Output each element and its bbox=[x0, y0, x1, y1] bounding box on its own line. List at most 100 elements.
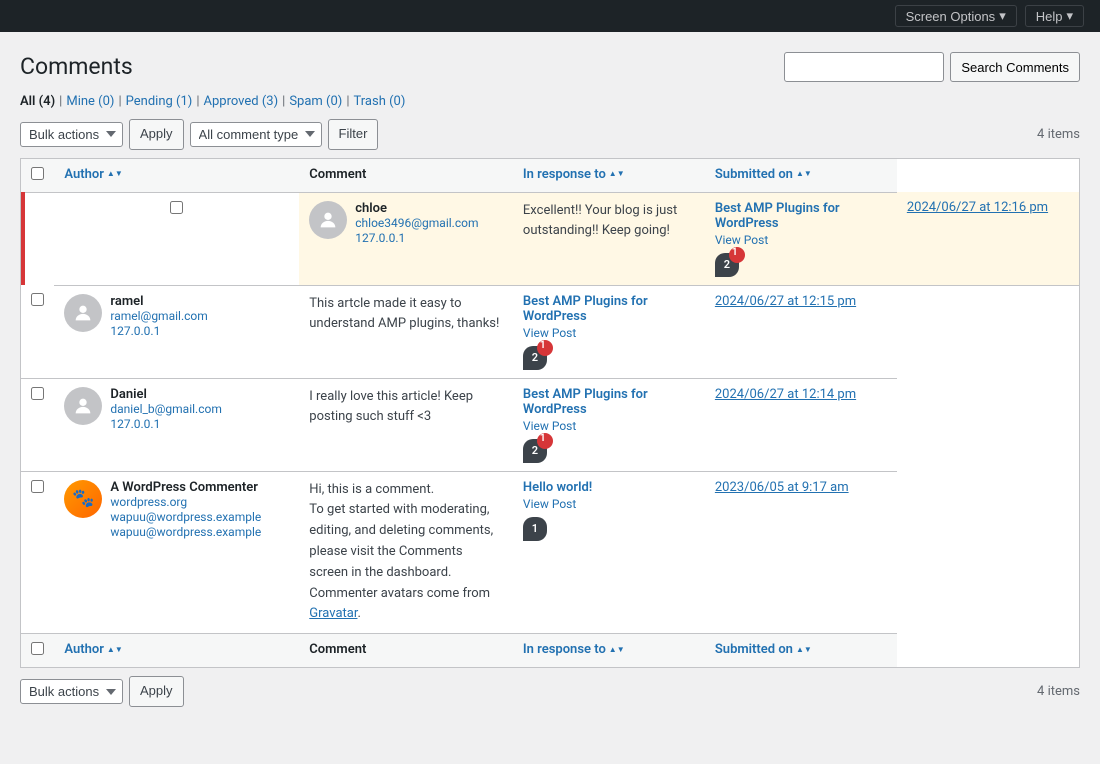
col-submitted-label: Submitted on bbox=[715, 167, 793, 182]
sort-response-link[interactable]: In response to ▲▼ bbox=[523, 167, 695, 182]
comment-cell: This artcle made it easy to understand A… bbox=[299, 285, 513, 378]
bubble-container[interactable]: 21 bbox=[523, 439, 547, 463]
comment-bubble: 21 bbox=[715, 253, 739, 277]
filter-spam[interactable]: Spam (0) bbox=[289, 94, 342, 109]
author-email[interactable]: chloe3496@gmail.com bbox=[355, 216, 478, 230]
response-cell: Hello world! View Post 1 bbox=[513, 471, 705, 634]
row-checkbox[interactable] bbox=[31, 293, 44, 306]
pending-bubble: 1 bbox=[537, 340, 553, 356]
view-post-link[interactable]: View Post bbox=[523, 497, 695, 511]
table-row: chloechloe3496@gmail.com127.0.0.1 Excelle… bbox=[21, 192, 1080, 285]
author-details: chloechloe3496@gmail.com127.0.0.1 bbox=[355, 201, 478, 246]
filter-button[interactable]: Filter bbox=[328, 119, 379, 150]
author-info-wrap: 🐾A WordPress Commenterwordpress.orgwapuu… bbox=[64, 480, 289, 540]
col-response-label-bottom: In response to bbox=[523, 642, 606, 657]
bubble-container[interactable]: 21 bbox=[523, 346, 547, 370]
search-input[interactable] bbox=[784, 52, 944, 82]
response-title-link[interactable]: Best AMP Plugins for WordPress bbox=[523, 294, 648, 324]
sort-author-link-bottom[interactable]: Author ▲▼ bbox=[64, 642, 289, 657]
col-submitted-label-bottom: Submitted on bbox=[715, 642, 793, 657]
view-post-link[interactable]: View Post bbox=[715, 233, 887, 247]
filter-all[interactable]: All (4) bbox=[20, 94, 55, 109]
submitted-date-link[interactable]: 2023/06/05 at 9:17 am bbox=[715, 480, 849, 495]
response-title-link[interactable]: Hello world! bbox=[523, 480, 592, 495]
author-email[interactable]: wordpress.org bbox=[110, 495, 187, 509]
bulk-actions-select-top[interactable]: Bulk actions bbox=[20, 122, 123, 147]
title-area: Comments bbox=[20, 52, 133, 90]
avatar bbox=[64, 294, 102, 332]
author-email[interactable]: ramel@gmail.com bbox=[110, 309, 207, 323]
bubble-wrap: 21 bbox=[715, 253, 887, 277]
comment-cell: Excellent!! Your blog is just outstandin… bbox=[513, 192, 705, 285]
filter-pending[interactable]: Pending (1) bbox=[126, 94, 193, 109]
author-email[interactable]: daniel_b@gmail.com bbox=[110, 402, 222, 416]
author-cell: Danieldaniel_b@gmail.com127.0.0.1 bbox=[54, 378, 299, 471]
submitted-date-link[interactable]: 2024/06/27 at 12:16 pm bbox=[907, 200, 1048, 215]
col-response-label: In response to bbox=[523, 167, 606, 182]
search-comments-button[interactable]: Search Comments bbox=[950, 52, 1080, 82]
comment-bubble: 1 bbox=[523, 517, 547, 541]
bulk-apply-button-bottom[interactable]: Apply bbox=[129, 676, 184, 707]
comment-cell: I really love this article! Keep posting… bbox=[299, 378, 513, 471]
bulk-apply-button-top[interactable]: Apply bbox=[129, 119, 184, 150]
filter-mine[interactable]: Mine (0) bbox=[66, 94, 114, 109]
help-button[interactable]: Help ▾ bbox=[1025, 5, 1084, 27]
comment-rows: chloechloe3496@gmail.com127.0.0.1 Excelle… bbox=[21, 192, 1080, 634]
submitted-cell: 2024/06/27 at 12:16 pm bbox=[897, 192, 1080, 285]
sort-submitted-link[interactable]: Submitted on ▲▼ bbox=[715, 167, 887, 182]
sort-author-link[interactable]: Author ▲▼ bbox=[64, 167, 289, 182]
sort-author-icon: ▲▼ bbox=[107, 170, 123, 178]
comment-line2: To get started with moderating, editing,… bbox=[309, 500, 503, 583]
sort-submitted-link-bottom[interactable]: Submitted on ▲▼ bbox=[715, 642, 887, 657]
screen-options-label: Screen Options bbox=[906, 9, 996, 24]
sort-submitted-icon: ▲▼ bbox=[796, 170, 812, 178]
bubble-wrap: 21 bbox=[523, 439, 695, 463]
header-submitted: Submitted on ▲▼ bbox=[705, 158, 897, 192]
author-ip[interactable]: 127.0.0.1 bbox=[110, 324, 160, 338]
author-extra[interactable]: wapuu@wordpress.example bbox=[110, 525, 261, 539]
bubble-container[interactable]: 21 bbox=[715, 253, 739, 277]
response-title-link[interactable]: Best AMP Plugins for WordPress bbox=[715, 201, 840, 231]
select-all-checkbox-bottom[interactable] bbox=[31, 642, 44, 655]
footer-response: In response to ▲▼ bbox=[513, 634, 705, 668]
submitted-date-link[interactable]: 2024/06/27 at 12:14 pm bbox=[715, 387, 856, 402]
author-cell: 🐾A WordPress Commenterwordpress.orgwapuu… bbox=[54, 471, 299, 634]
response-title-link[interactable]: Best AMP Plugins for WordPress bbox=[523, 387, 648, 417]
table-header-row: Author ▲▼ Comment In response to ▲▼ Subm… bbox=[21, 158, 1080, 192]
footer-comment: Comment bbox=[299, 634, 513, 668]
screen-options-button[interactable]: Screen Options ▾ bbox=[895, 5, 1017, 27]
row-checkbox[interactable] bbox=[31, 387, 44, 400]
row-checkbox[interactable] bbox=[31, 480, 44, 493]
tablenav-top: Bulk actions Apply All comment type Filt… bbox=[20, 119, 1080, 150]
avatar bbox=[309, 201, 347, 239]
sort-response-link-bottom[interactable]: In response to ▲▼ bbox=[523, 642, 695, 657]
comments-table: Author ▲▼ Comment In response to ▲▼ Subm… bbox=[20, 158, 1080, 669]
comment-line3: Commenter avatars come from Gravatar. bbox=[309, 584, 503, 626]
comment-bubble: 21 bbox=[523, 439, 547, 463]
author-ip[interactable]: wapuu@wordpress.example bbox=[110, 510, 261, 524]
select-all-checkbox-top[interactable] bbox=[31, 167, 44, 180]
gravatar-link[interactable]: Gravatar bbox=[309, 606, 357, 621]
header-comment: Comment bbox=[299, 158, 513, 192]
filter-trash[interactable]: Trash (0) bbox=[354, 94, 406, 109]
row-checkbox[interactable] bbox=[170, 201, 183, 214]
filter-approved[interactable]: Approved (3) bbox=[204, 94, 279, 109]
items-count-top: 4 items bbox=[1037, 127, 1080, 142]
author-info-wrap: chloechloe3496@gmail.com127.0.0.1 bbox=[309, 201, 503, 246]
bulk-actions-select-bottom[interactable]: Bulk actions bbox=[20, 679, 123, 704]
avatar: 🐾 bbox=[64, 480, 102, 518]
response-cell: Best AMP Plugins for WordPress View Post 2… bbox=[705, 192, 897, 285]
author-ip[interactable]: 127.0.0.1 bbox=[355, 231, 405, 245]
row-checkbox-cell bbox=[21, 378, 55, 471]
author-info-wrap: Danieldaniel_b@gmail.com127.0.0.1 bbox=[64, 387, 289, 432]
view-post-link[interactable]: View Post bbox=[523, 419, 695, 433]
submitted-cell: 2024/06/27 at 12:15 pm bbox=[705, 285, 897, 378]
comment-text: Excellent!! Your blog is just outstandin… bbox=[523, 201, 695, 243]
comment-type-select[interactable]: All comment type bbox=[190, 122, 322, 147]
view-post-link[interactable]: View Post bbox=[523, 326, 695, 340]
bubble-container[interactable]: 1 bbox=[523, 517, 547, 541]
submitted-date-link[interactable]: 2024/06/27 at 12:15 pm bbox=[715, 294, 856, 309]
author-ip[interactable]: 127.0.0.1 bbox=[110, 417, 160, 431]
row-checkbox-cell bbox=[21, 471, 55, 634]
header-checkbox-cell bbox=[21, 158, 55, 192]
